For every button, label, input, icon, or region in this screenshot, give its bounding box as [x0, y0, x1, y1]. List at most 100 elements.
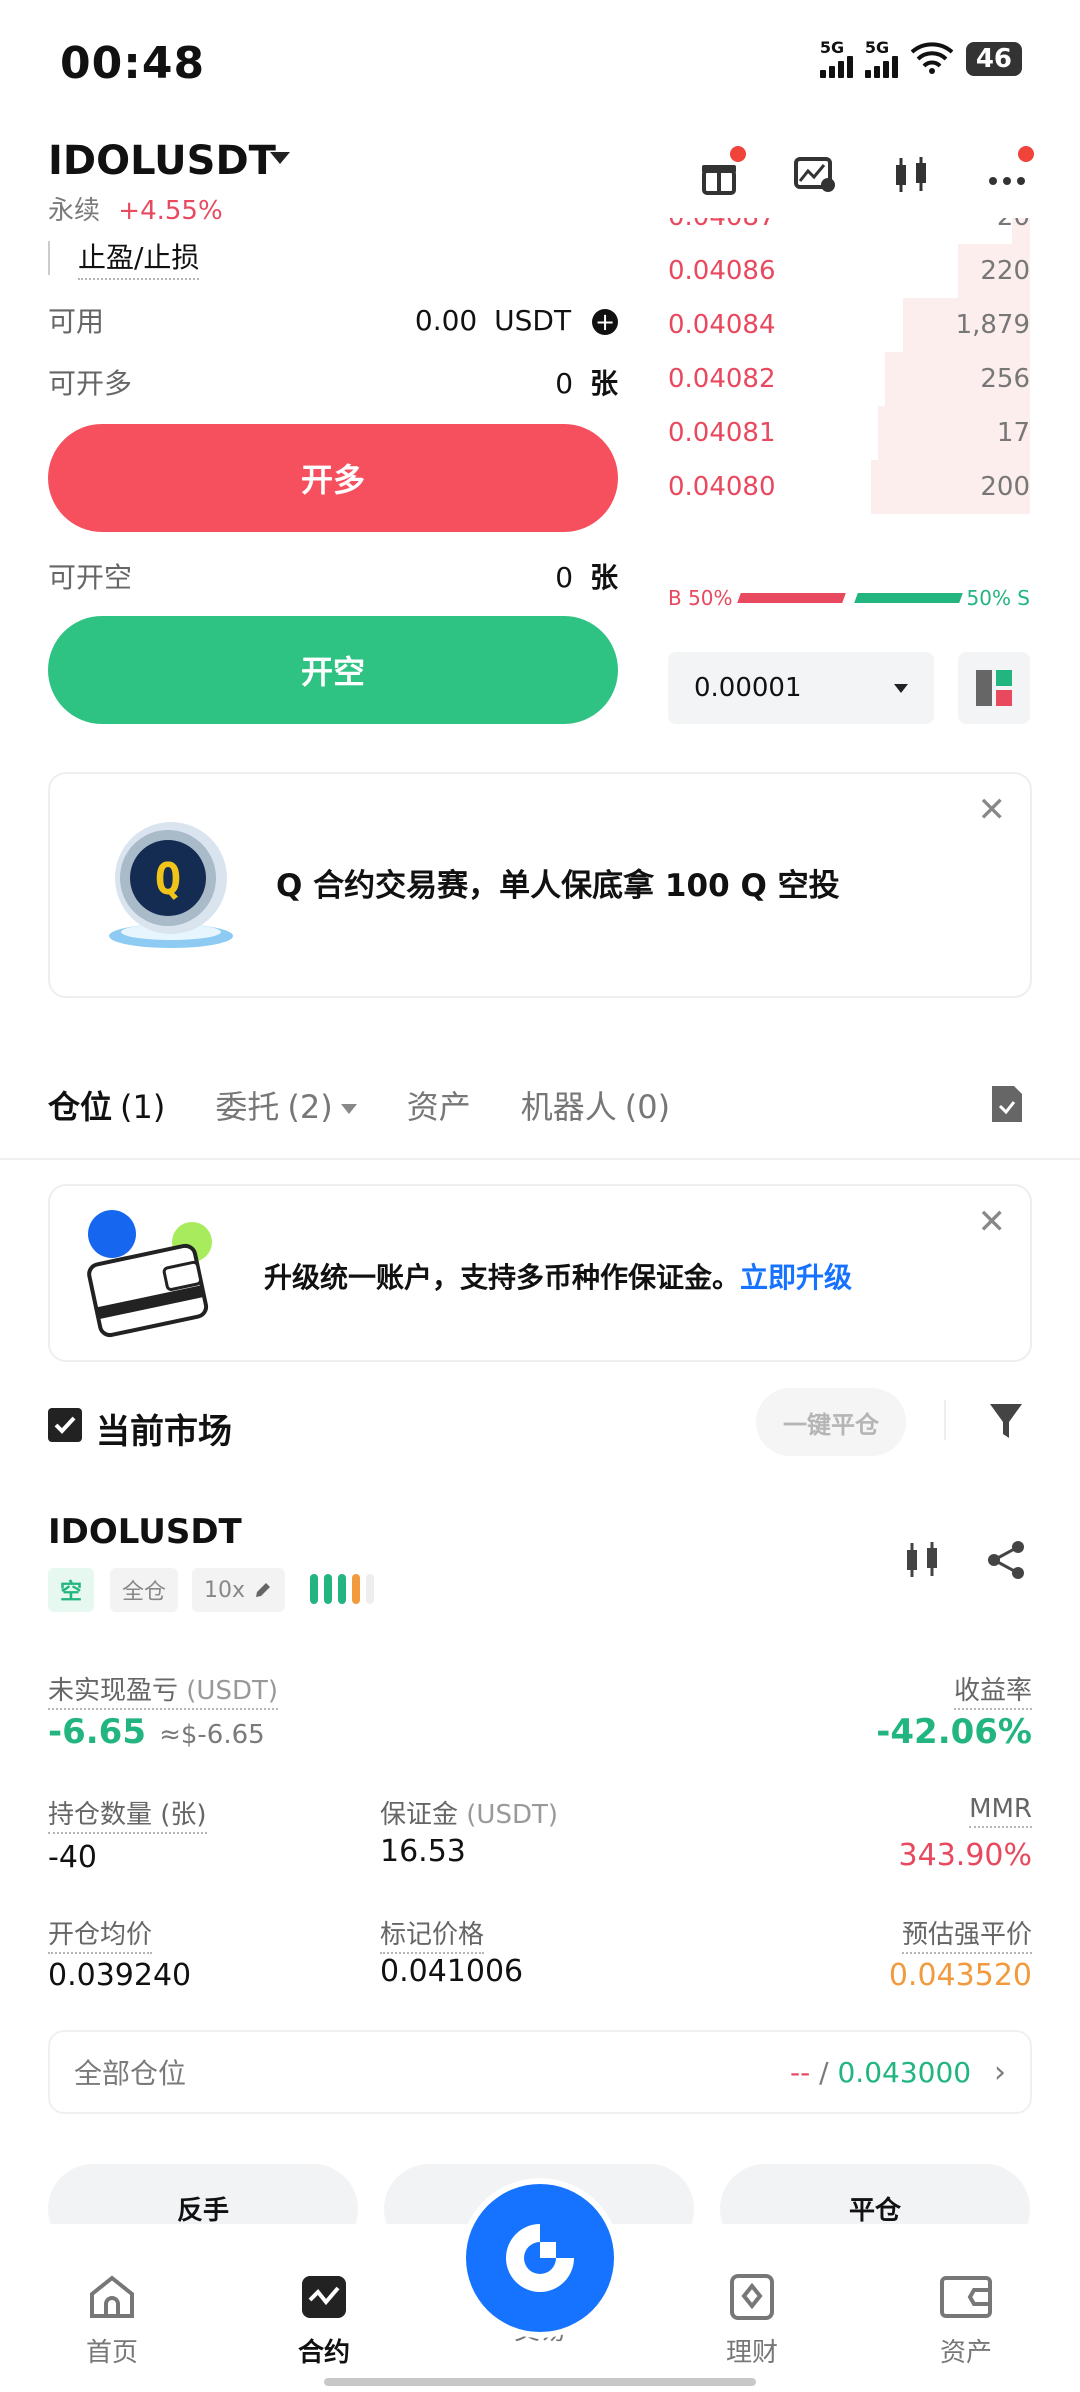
chart-settings-icon[interactable] — [792, 152, 838, 198]
liq-price-label[interactable]: 预估强平价 — [901, 1914, 1032, 1954]
nav-home[interactable]: 首页 — [42, 2274, 182, 2369]
battery-indicator: 46 — [965, 42, 1022, 76]
precision-select[interactable]: 0.00001 — [668, 652, 934, 724]
ask-qty: 256 — [980, 364, 1030, 394]
ask-row[interactable]: 0.04081 17 — [668, 406, 1030, 460]
leverage-tag[interactable]: 10x — [192, 1568, 286, 1612]
can-long-row: 可开多 0 张 — [48, 362, 618, 402]
margin-label: 保证金 (USDT) — [380, 1800, 559, 1830]
filter-icon[interactable] — [988, 1402, 1024, 1446]
side-tag: 空 — [48, 1568, 95, 1612]
candlestick-icon[interactable] — [902, 1540, 942, 1584]
position-symbol[interactable]: IDOLUSDT — [48, 1512, 242, 1552]
notification-dot — [730, 146, 746, 162]
buy-ratio: B 50% — [668, 586, 733, 610]
all-positions-label: 全部仓位 — [74, 2057, 187, 2090]
unrealized-pnl-usd: ≈$-6.65 — [159, 1720, 265, 1750]
tab-assets[interactable]: 资产 — [407, 1082, 471, 1128]
upgrade-banner[interactable]: 升级统一账户，支持多币种作保证金。立即升级 ✕ — [48, 1184, 1032, 1362]
open-long-button[interactable]: 开多 — [48, 424, 618, 532]
transfer-plus-icon[interactable]: + — [592, 308, 618, 335]
can-short-row: 可开空 0 张 — [48, 556, 618, 596]
nav-assets[interactable]: 资产 — [896, 2274, 1036, 2369]
wallet-icon — [80, 1206, 220, 1346]
roe-label[interactable]: 收益率 — [953, 1670, 1032, 1710]
symbol-title[interactable]: IDOLUSDT — [48, 138, 276, 184]
ask-row[interactable]: 0.04080 200 — [668, 460, 1030, 514]
contract-type: 永续 — [48, 196, 101, 226]
signal-label: 5G — [819, 38, 845, 57]
tpsl-checkbox[interactable] — [48, 241, 52, 275]
ask-row[interactable]: 0.04084 1,879 — [668, 298, 1030, 352]
mmr-label[interactable]: MMR — [969, 1794, 1032, 1828]
signal-5g-1: 5G — [819, 38, 853, 78]
ask-row[interactable]: 0.04082 256 — [668, 352, 1030, 406]
entry-price-value: 0.039240 — [48, 1958, 192, 1993]
tp-value: -- — [790, 2055, 811, 2089]
promo-banner[interactable]: Q Q 合约交易赛，单人保底拿 100 Q 空投 ✕ — [48, 772, 1032, 998]
entry-price-label[interactable]: 开仓均价 — [48, 1914, 153, 1954]
orderbook-layout-button[interactable] — [958, 652, 1030, 724]
size-label[interactable]: 持仓数量 (张) — [48, 1794, 207, 1834]
available-label: 可用 — [48, 305, 105, 338]
all-positions-row[interactable]: 全部仓位 -- / 0.043000 › — [48, 2030, 1032, 2114]
mark-price-value: 0.041006 — [380, 1954, 524, 1989]
nav-finance[interactable]: 理财 — [682, 2274, 822, 2369]
separator: / — [819, 2055, 829, 2089]
close-icon[interactable]: ✕ — [978, 790, 1007, 830]
trade-center-button[interactable] — [466, 2184, 614, 2332]
nav-contract[interactable]: 合约 — [254, 2274, 394, 2369]
roe-value: -42.06% — [876, 1712, 1032, 1752]
ask-row[interactable]: 0.04087 20 — [668, 218, 1030, 244]
ask-qty: 1,879 — [955, 310, 1030, 340]
ask-qty: 220 — [980, 256, 1030, 286]
can-short-unit: 张 — [589, 561, 618, 594]
sell-ratio-bar — [853, 593, 963, 603]
filter-divider — [944, 1400, 946, 1440]
candlestick-icon[interactable] — [888, 152, 934, 198]
status-time: 00:48 — [60, 38, 206, 89]
current-market-label: 当前市场 — [96, 1412, 232, 1452]
edit-icon — [256, 1583, 271, 1597]
tpsl-label: 止盈/止损 — [78, 236, 200, 280]
ask-row[interactable]: 0.04086 220 — [668, 244, 1030, 298]
tab-count: (1) — [120, 1088, 166, 1126]
tpsl-toggle[interactable]: 止盈/止损 — [48, 236, 200, 280]
unrealized-pnl-group: -6.65 ≈$-6.65 — [48, 1712, 265, 1752]
close-icon[interactable]: ✕ — [978, 1202, 1007, 1242]
ask-qty: 200 — [980, 472, 1030, 502]
ask-price: 0.04082 — [668, 364, 776, 394]
notification-dot — [1018, 146, 1034, 162]
trade-logo-icon — [506, 2224, 574, 2292]
more-icon[interactable] — [984, 146, 1034, 198]
history-icon[interactable] — [988, 1084, 1024, 1128]
tab-positions[interactable]: 仓位 (1) — [48, 1082, 165, 1128]
tab-orders[interactable]: 委托 (2) — [215, 1082, 357, 1128]
unrealized-pnl-value: -6.65 — [48, 1712, 146, 1752]
can-long-unit: 张 — [589, 367, 618, 400]
mark-price-label[interactable]: 标记价格 — [380, 1914, 485, 1954]
upgrade-link[interactable]: 立即升级 — [740, 1261, 852, 1294]
current-market-checkbox[interactable] — [48, 1408, 82, 1442]
close-all-button[interactable]: 一键平仓 — [756, 1388, 906, 1456]
home-indicator — [324, 2378, 756, 2386]
margin-mode-tag: 全仓 — [110, 1568, 179, 1612]
wallet-icon — [940, 2276, 992, 2318]
home-icon — [90, 2275, 134, 2318]
tab-bots[interactable]: 机器人 (0) — [521, 1082, 670, 1128]
share-icon[interactable] — [986, 1540, 1026, 1584]
ask-price: 0.04086 — [668, 256, 776, 286]
unrealized-pnl-label: 未实现盈亏 (USDT) — [48, 1676, 279, 1710]
ask-price: 0.04084 — [668, 310, 776, 340]
chevron-down-icon — [894, 683, 908, 693]
signal-label: 5G — [864, 38, 890, 57]
margin-value: 16.53 — [380, 1834, 466, 1869]
upgrade-text-group: 升级统一账户，支持多币种作保证金。立即升级 — [264, 1256, 852, 1296]
gift-icon[interactable] — [696, 146, 746, 198]
tab-label: 委托 — [215, 1088, 280, 1126]
can-short-value-group: 0 张 — [555, 556, 618, 596]
open-short-button[interactable]: 开空 — [48, 616, 618, 724]
unrealized-pnl-label-group[interactable]: 未实现盈亏 (USDT) — [48, 1670, 279, 1710]
available-value: 0.00 — [414, 303, 478, 337]
symbol-dropdown-icon[interactable] — [270, 152, 290, 164]
